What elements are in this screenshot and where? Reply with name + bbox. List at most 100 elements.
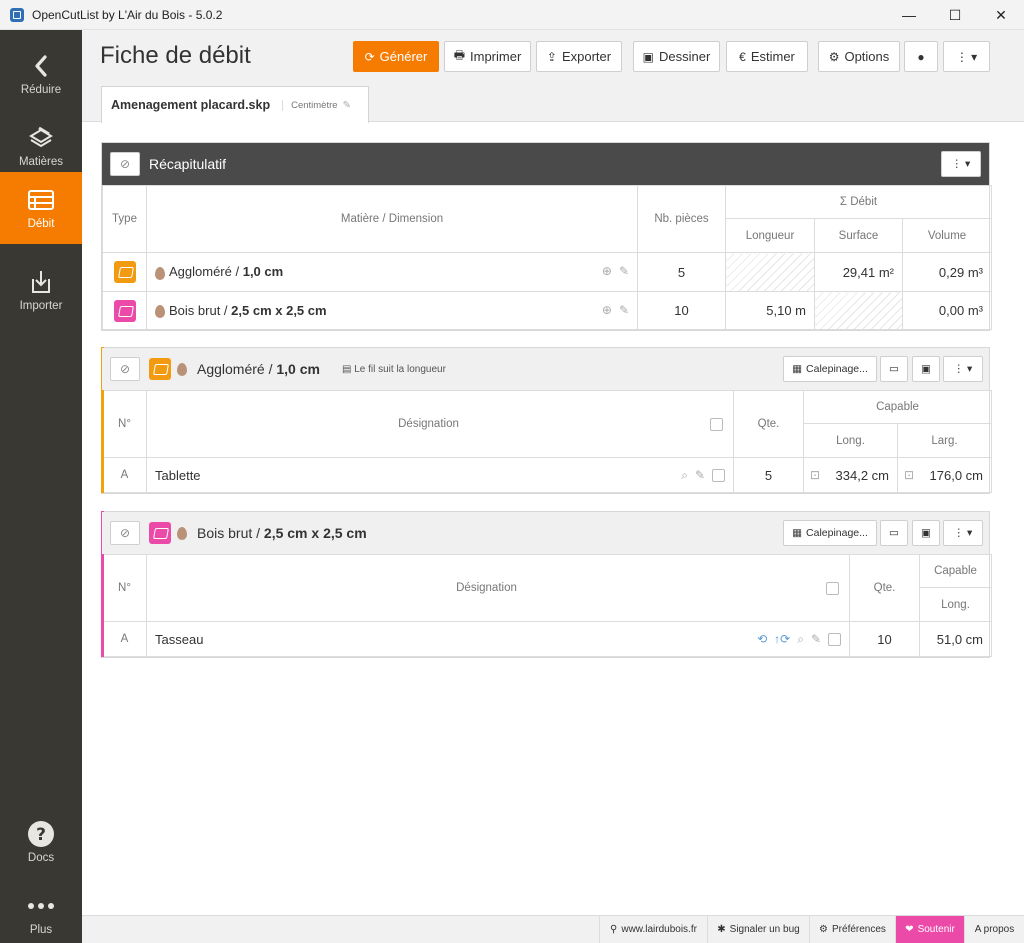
group-menu-button[interactable]: ⋮ ▾ [943,520,983,546]
table-row[interactable]: A Tasseau ⟲ ↑⟳ ⌕ ✎ 10 51,0 cm [102,621,992,657]
main-content: Fiche de débit ⟳ Générer 🖶 Imprimer ⇪ Ex… [82,30,1024,915]
group-panel-bois-brut: ⊘ Bois brut / 2,5 cm x 2,5 cm ▦ Calepinag… [101,511,992,658]
col-type: Type [102,185,147,253]
part-qty: 5 [733,457,804,493]
group-menu-button[interactable]: ⋮ ▾ [943,356,983,382]
report-bug-link[interactable]: ✱ Signaler un bug [707,916,809,943]
wood-drop-icon [177,362,187,376]
export-label: Exporter [561,49,612,64]
bug-icon: ✱ [717,924,726,935]
group-header: ⊘ Aggloméré / 1,0 cm ▤ Le fil suit la lo… [102,348,989,390]
question-icon: ● [917,49,925,64]
material-dimension: 2,5 cm x 2,5 cm [231,302,327,318]
draw-label: Dessiner [659,49,711,64]
labels-icon: ▭ [889,527,899,539]
select-all-checkbox[interactable] [710,417,723,431]
table-row[interactable]: A Tablette ⌕ ✎ 5 ⊡ 334,2 cm ⊡ 176,0 cm [102,457,992,493]
grain-icon: ▤ [341,363,352,375]
pencil-icon[interactable]: ✎ [619,303,629,317]
sidebar-item-import[interactable]: Importer [0,254,82,326]
gift-icon: ❤ [905,924,914,935]
pencil-icon[interactable]: ✎ [811,632,821,646]
kebab-caret-icon: ⋮ ▾ [951,158,971,170]
grain-direction-icon[interactable]: ↑⟳ [774,632,790,646]
import-icon [29,268,53,296]
sidebar-item-label: Importer [19,300,63,312]
prefs-label: Préférences [832,924,886,935]
sidebar-item-more[interactable]: Plus [0,878,82,943]
layout-icon: ▦ [792,363,803,375]
options-label: Options [844,49,890,64]
website-link[interactable]: ⚲ www.lairdubois.fr [599,916,707,943]
window-title: OpenCutList by L'Air du Bois - 5.0.2 [32,7,223,22]
help-button[interactable]: ● [904,41,938,72]
col-capable: Capable [919,554,992,588]
visibility-toggle-button[interactable]: ⊘ [110,357,140,381]
cutlist-icon [27,186,55,214]
layout-label: Calepinage... [806,363,868,375]
print-button[interactable]: 🖶 Imprimer [444,41,531,72]
surface-cell [814,291,903,330]
rotate-icon[interactable]: ⟲ [757,632,767,646]
row-checkbox[interactable] [828,632,841,646]
generate-label: Générer [379,49,428,64]
select-all-checkbox[interactable] [826,581,839,595]
layout-button[interactable]: ▦ Calepinage... [783,520,877,546]
sidebar-item-reduce[interactable]: Réduire [0,38,82,110]
pencil-icon[interactable]: ✎ [695,468,705,482]
download-icon[interactable]: ⊕ [602,264,612,278]
status-footer: ⚲ www.lairdubois.fr ✱ Signaler un bug ⚙ Pré… [82,915,1024,943]
maximize-button[interactable]: ☐ [932,0,978,30]
visibility-toggle-button[interactable]: ⊘ [110,521,140,545]
document-tab[interactable]: Amenagement placard.skp Centimètre ✎ [101,86,369,123]
document-unit: Centimètre [282,99,338,111]
summary-menu-button[interactable]: ⋮ ▾ [941,151,981,177]
summary-title: Récapitulatif [149,156,227,172]
estimate-button[interactable]: € Estimer [726,41,808,72]
euro-icon: € [739,49,746,64]
sheet-material-icon [149,358,171,380]
col-qty: Qte. [733,390,804,458]
draw-group-button[interactable]: ▣ [912,520,940,546]
draw-button[interactable]: ▣ Dessiner [633,41,720,72]
visibility-toggle-button[interactable]: ⊘ [110,152,140,176]
labels-button[interactable]: ▭ [880,520,908,546]
solid-wood-material-icon [149,522,171,544]
summary-panel: ⊘ Récapitulatif ⋮ ▾ Type Matière / Dimen… [101,142,992,331]
header-bar: Fiche de débit ⟳ Générer 🖶 Imprimer ⇪ Ex… [82,30,1024,123]
dimension-icon: ⊡ [810,467,821,482]
magnifier-icon[interactable]: ⌕ [797,632,804,646]
row-checkbox[interactable] [712,468,725,482]
close-button[interactable]: ✕ [978,0,1024,30]
group-header: ⊘ Bois brut / 2,5 cm x 2,5 cm ▦ Calepinag… [102,512,989,554]
minimize-button[interactable]: — [886,0,932,30]
pencil-icon[interactable]: ✎ [619,264,629,278]
col-surface: Surface [814,218,903,253]
about-link[interactable]: A propos [964,916,1024,943]
download-icon[interactable]: ⊕ [602,303,612,317]
labels-button[interactable]: ▭ [880,356,908,382]
part-number: A [102,457,147,493]
generate-button[interactable]: ⟳ Générer [353,41,439,72]
export-button[interactable]: ⇪ Exporter [536,41,622,72]
preferences-link[interactable]: ⚙ Préférences [809,916,895,943]
more-menu-button[interactable]: ⋮ ▾ [943,41,990,72]
magnifier-icon[interactable]: ⌕ [681,468,688,482]
pencil-icon[interactable]: ✎ [343,100,351,111]
estimate-label: Estimer [750,49,795,64]
options-button[interactable]: ⚙ Options [818,41,900,72]
materials-icon [27,124,55,152]
surface-cell: 29,41 m² [814,252,903,292]
wood-drop-icon [155,305,165,319]
part-designation: Tasseau [155,631,204,647]
col-larg: Larg. [897,423,992,458]
sidebar-item-cutlist[interactable]: Débit [0,172,82,244]
layout-button[interactable]: ▦ Calepinage... [783,356,877,382]
eye-slash-icon: ⊘ [119,157,131,171]
support-link[interactable]: ❤ Soutenir [895,916,964,943]
sidebar-item-docs[interactable]: ? Docs [0,806,82,878]
col-length: Longueur [725,218,815,253]
draw-group-button[interactable]: ▣ [912,356,940,382]
length-cell [725,252,815,292]
part-designation: Tablette [155,467,201,483]
